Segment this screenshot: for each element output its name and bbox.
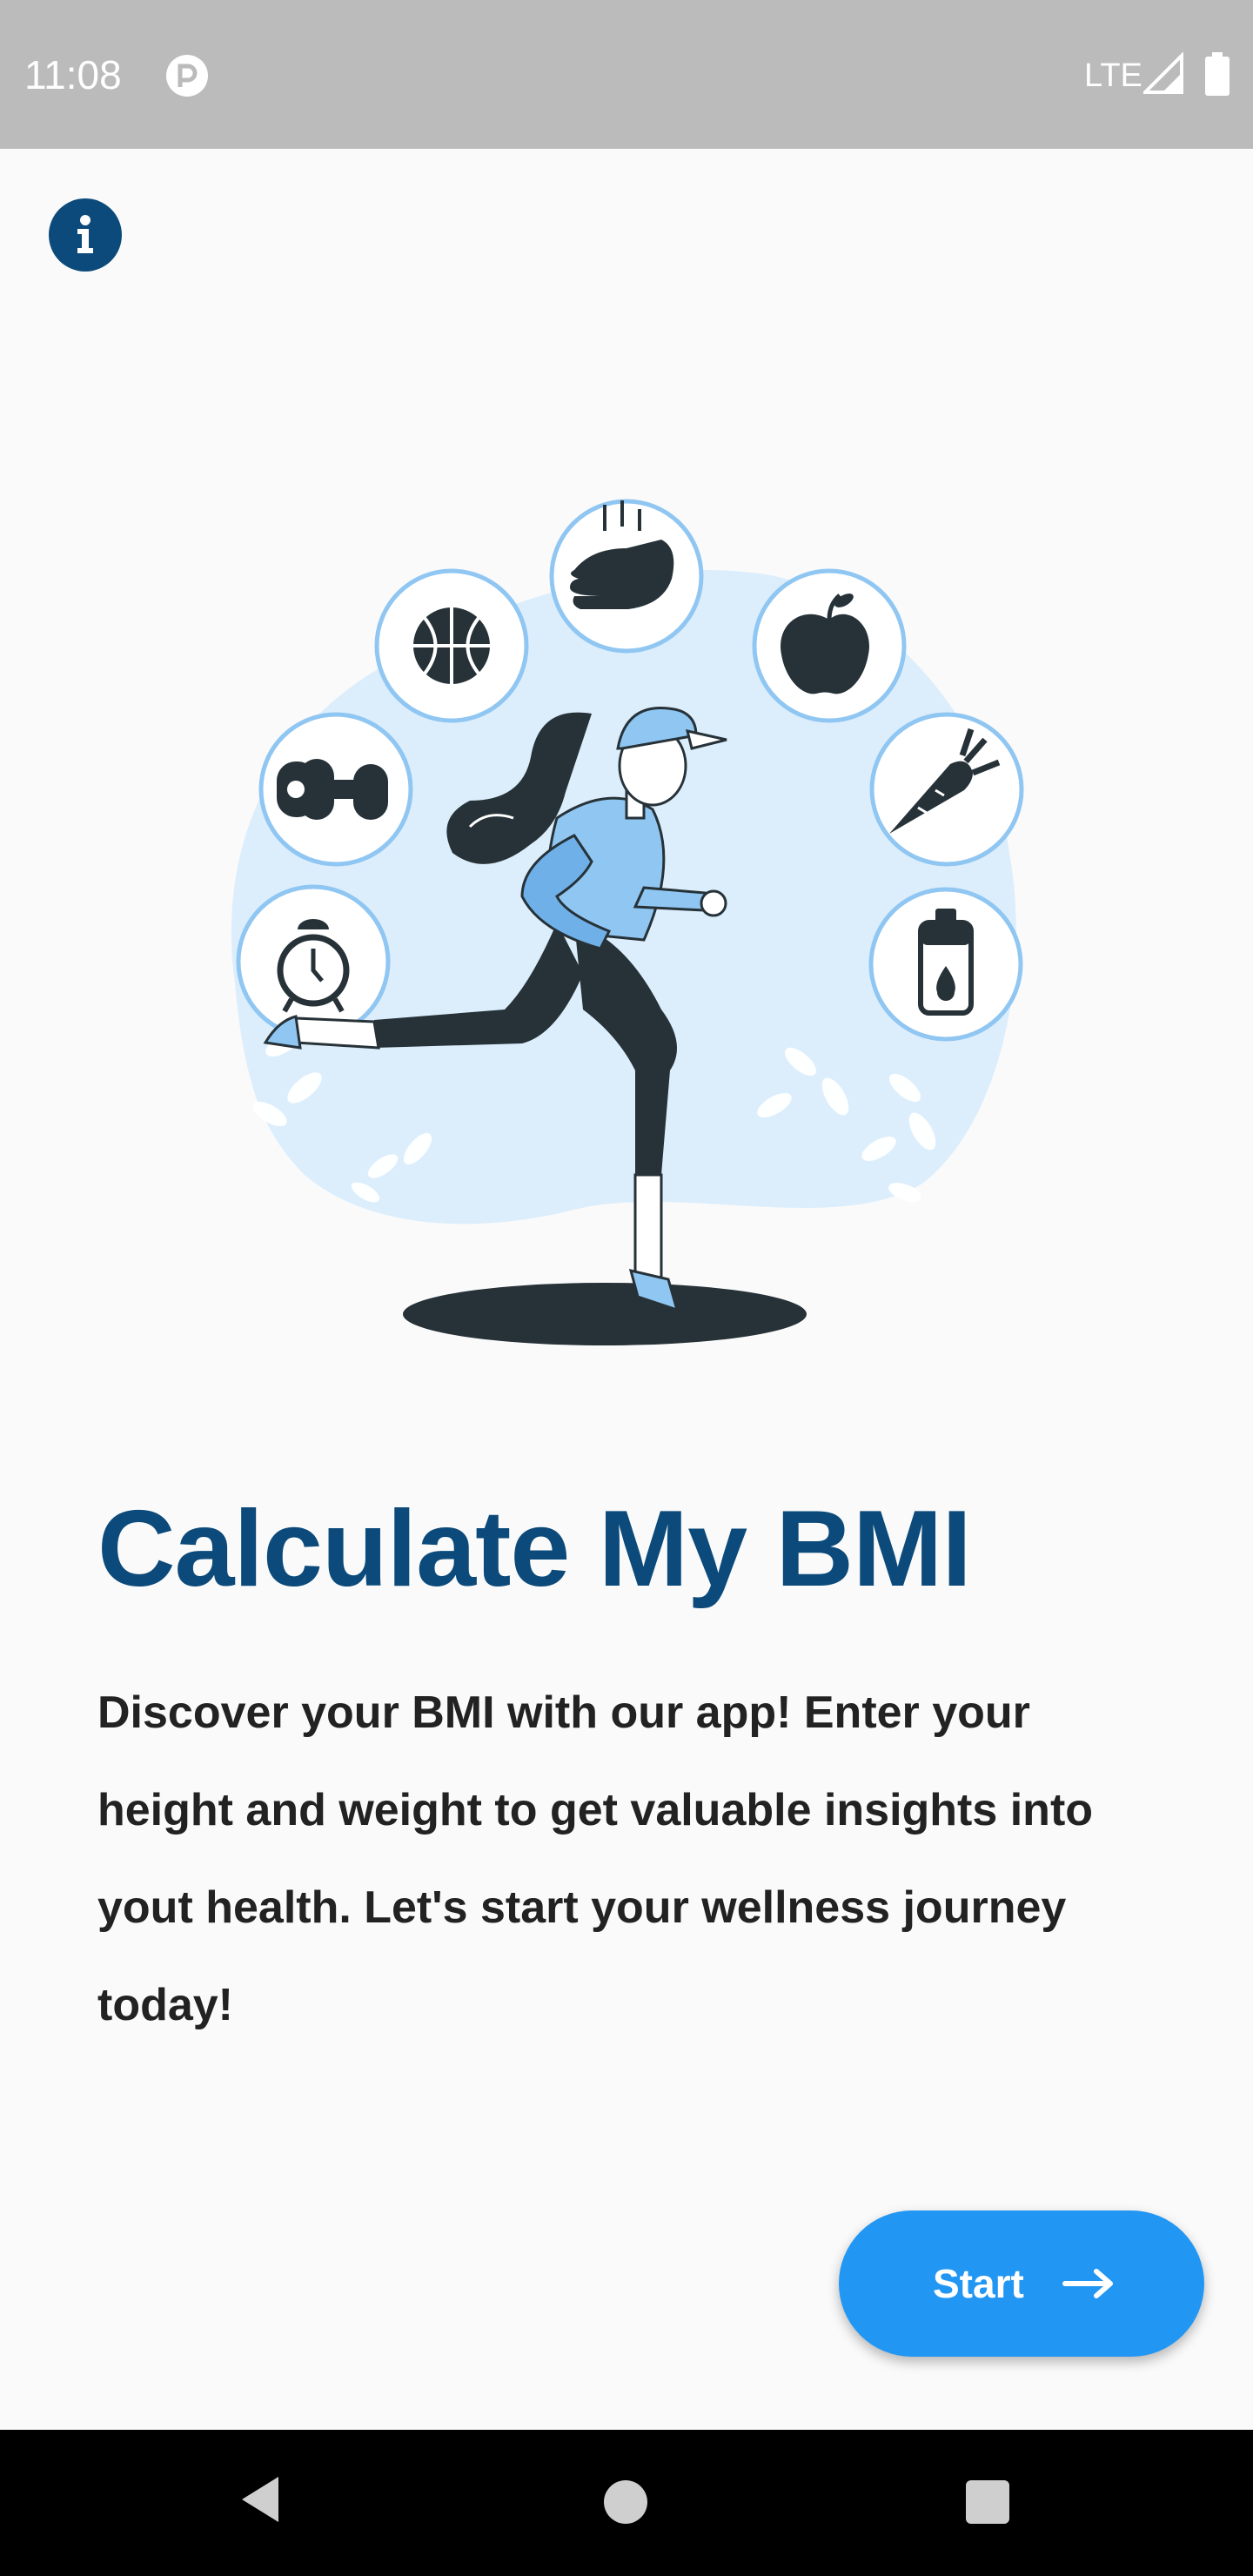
info-button[interactable]: [49, 198, 122, 272]
carrot-icon: [869, 712, 1024, 867]
apple-icon: [752, 568, 907, 723]
start-button[interactable]: Start: [839, 2210, 1204, 2357]
recents-icon[interactable]: [966, 2480, 1009, 2524]
status-bar: 11:08 LTE: [0, 0, 1253, 149]
water-bottle-icon: [868, 887, 1023, 1042]
signal-icon: [1143, 52, 1183, 94]
basketball-icon: [374, 568, 529, 723]
navigation-bar: [0, 2430, 1253, 2576]
runner-shadow: [403, 1283, 807, 1345]
battery-icon: [1205, 52, 1230, 96]
arrow-right-icon: [1062, 2269, 1113, 2298]
app-notification-icon: [166, 55, 208, 97]
home-icon[interactable]: [604, 2480, 647, 2524]
page-title: Calculate My BMI: [97, 1489, 972, 1609]
alarm-clock-icon: [236, 884, 391, 1039]
info-icon: [77, 215, 93, 253]
status-time: 11:08: [24, 52, 122, 97]
hand-wash-icon: [549, 499, 704, 654]
network-type: LTE: [1084, 57, 1142, 94]
dumbbell-icon: [258, 712, 413, 867]
back-icon[interactable]: [235, 2465, 287, 2534]
start-button-label: Start: [933, 2261, 1024, 2306]
page-description: Discover your BMI with our app! Enter yo…: [97, 1687, 1094, 2030]
hero-illustration: [231, 499, 1024, 1345]
